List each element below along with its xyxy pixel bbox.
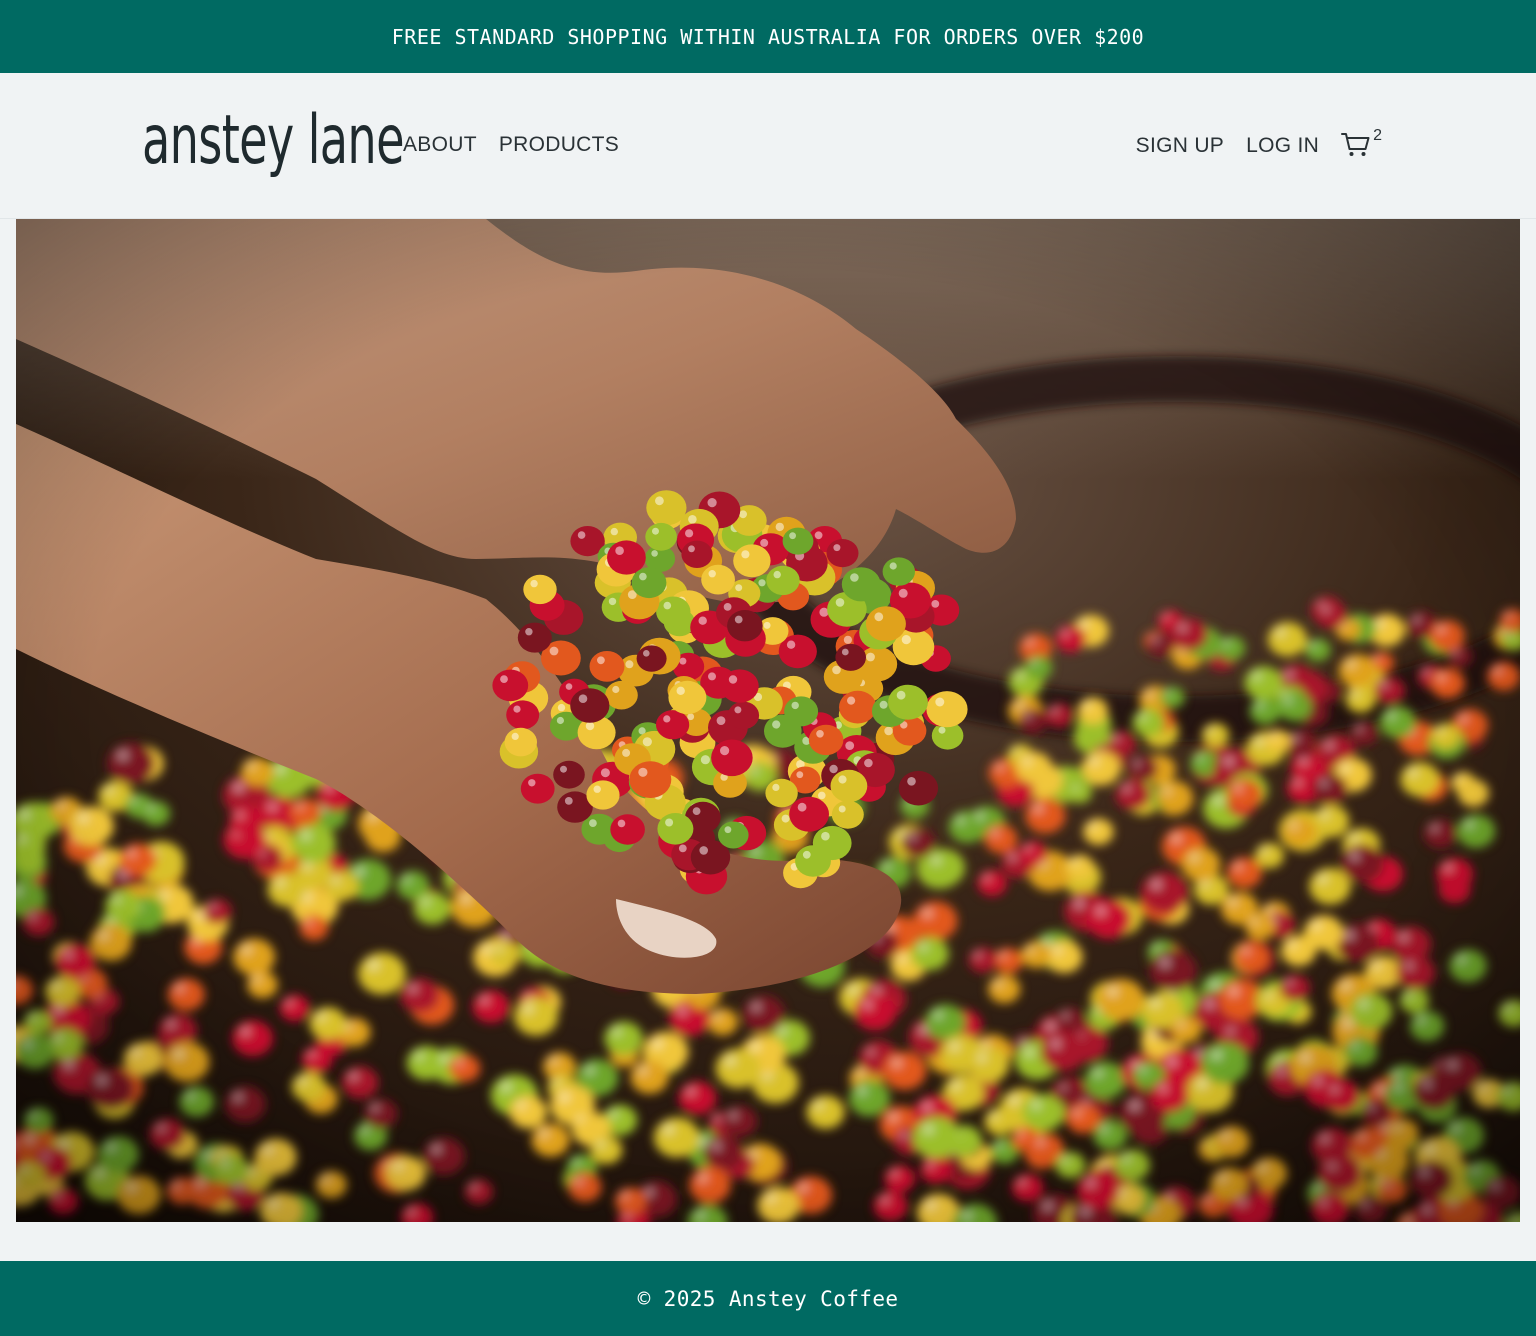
copyright-text: © 2025 Anstey Coffee: [637, 1286, 899, 1311]
cart-count-badge: 2: [1373, 127, 1382, 144]
account-nav: SIGN UP LOG IN 2: [1136, 127, 1382, 161]
hero-image: [16, 219, 1520, 1222]
brand-logo[interactable]: anstey lane: [142, 101, 405, 181]
site-header: anstey lane ABOUT PRODUCTS SIGN UP LOG I…: [0, 73, 1536, 219]
sign-up-link[interactable]: SIGN UP: [1136, 132, 1224, 160]
announcement-text: FREE STANDARD SHOPPING WITHIN AUSTRALIA …: [391, 24, 1145, 49]
log-in-link[interactable]: LOG IN: [1246, 132, 1319, 160]
announcement-bar: FREE STANDARD SHOPPING WITHIN AUSTRALIA …: [0, 0, 1536, 73]
nav-products-link[interactable]: PRODUCTS: [499, 131, 619, 159]
site-footer: © 2025 Anstey Coffee: [0, 1261, 1536, 1336]
nav-about-link[interactable]: ABOUT: [403, 131, 477, 159]
primary-nav: ABOUT PRODUCTS: [403, 131, 619, 159]
cart-button[interactable]: 2: [1341, 127, 1382, 161]
shopping-cart-icon: [1341, 131, 1371, 158]
